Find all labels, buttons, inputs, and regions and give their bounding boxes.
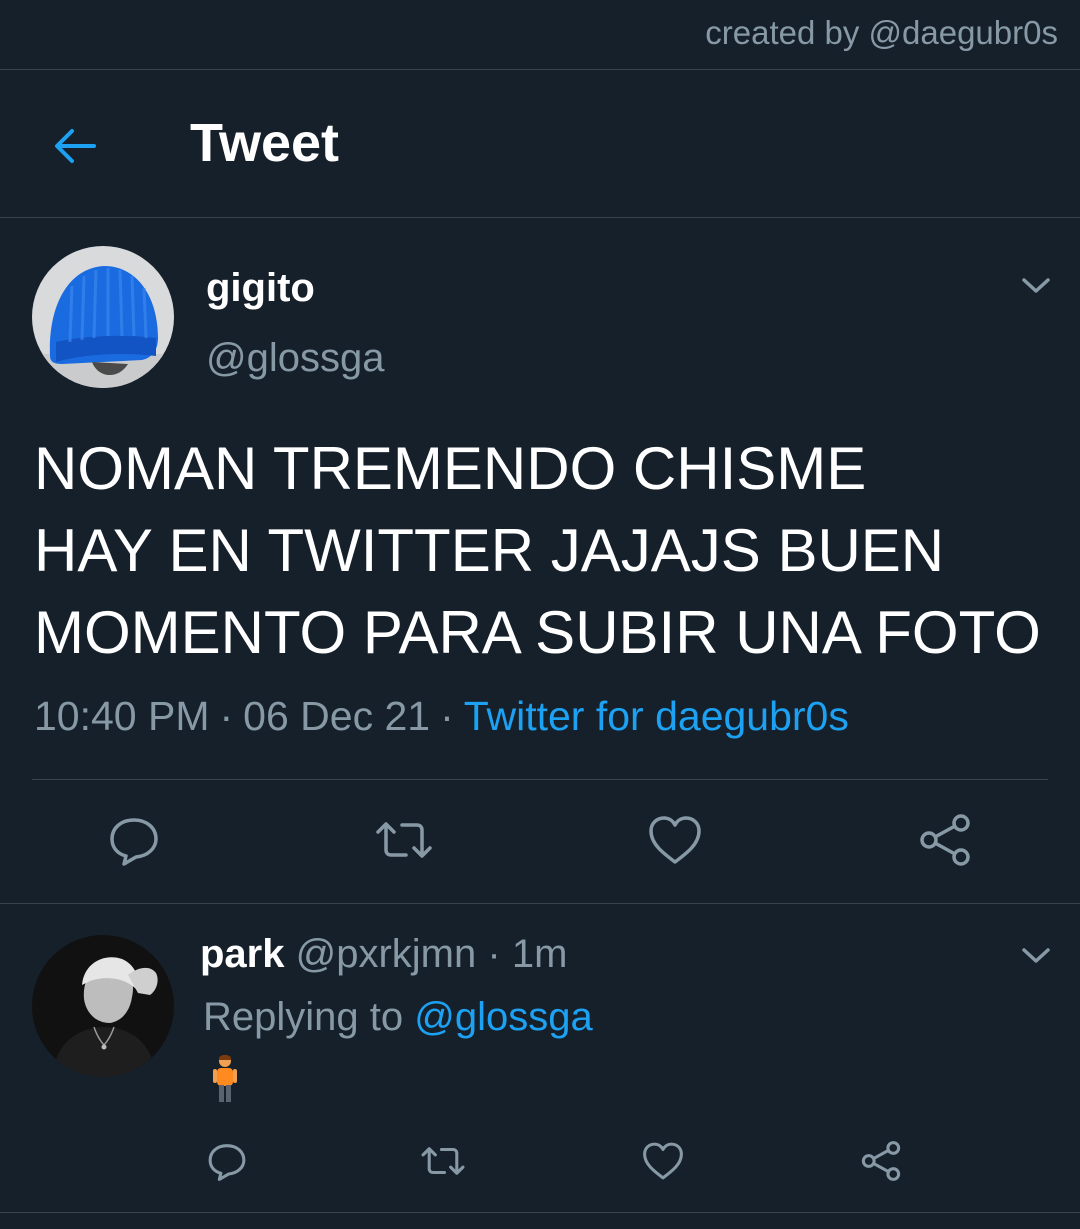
actions-divider <box>32 779 1048 780</box>
like-icon[interactable] <box>640 1138 686 1184</box>
person-standing-emoji <box>210 1054 240 1104</box>
reply-icon[interactable] <box>104 810 164 870</box>
tweet-text: NOMAN TREMENDO CHISME HAY EN TWITTER JAJ… <box>34 435 1041 666</box>
tweet-metadata: 10:40 PM · 06 Dec 21 · Twitter for daegubr0s <box>34 693 849 740</box>
meta-separator: · <box>440 693 454 739</box>
chevron-down-icon[interactable] <box>1018 940 1054 970</box>
reply-display-name[interactable]: park <box>200 932 285 976</box>
chevron-down-icon[interactable] <box>1018 270 1054 300</box>
reply-icon[interactable] <box>204 1138 250 1184</box>
reply-header: park @pxrkjmn · 1m <box>200 932 567 977</box>
replying-to: Replying to @glossga <box>203 995 593 1040</box>
replying-to-label: Replying to <box>203 995 404 1039</box>
reply-separator: · <box>487 932 501 976</box>
retweet-icon[interactable] <box>420 1138 466 1184</box>
tweet-divider <box>0 903 1080 904</box>
header-divider <box>0 217 1080 218</box>
meta-separator: · <box>219 693 234 739</box>
bottom-divider <box>0 1212 1080 1213</box>
page-title: Tweet <box>190 113 340 173</box>
reply-author-avatar[interactable] <box>32 935 174 1077</box>
retweet-icon[interactable] <box>374 810 434 870</box>
author-handle[interactable]: @glossga <box>206 336 384 381</box>
arrow-left-icon[interactable] <box>50 122 98 170</box>
reply-time: 1m <box>511 932 568 976</box>
author-display-name[interactable]: gigito <box>206 266 315 311</box>
creator-credit: created by @daegubr0s <box>705 14 1058 51</box>
share-icon[interactable] <box>915 810 975 870</box>
share-icon[interactable] <box>858 1138 904 1184</box>
tweet-date: 06 Dec 21 <box>243 693 431 739</box>
tweet-time: 10:40 PM <box>34 693 210 739</box>
author-avatar[interactable] <box>32 246 174 388</box>
reply-handle[interactable]: @pxrkjmn <box>296 932 477 976</box>
tweet-source-link[interactable]: Twitter for daegubr0s <box>464 693 849 739</box>
like-icon[interactable] <box>645 810 705 870</box>
top-divider <box>0 69 1080 70</box>
replying-to-mention[interactable]: @glossga <box>414 995 592 1039</box>
